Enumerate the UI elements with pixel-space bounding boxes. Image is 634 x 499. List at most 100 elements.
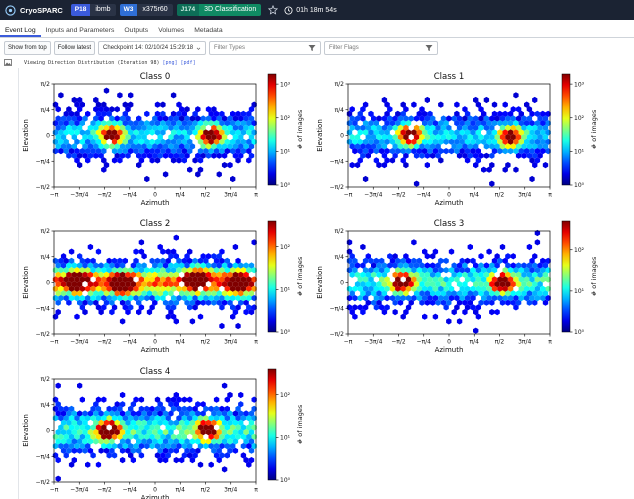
job-timer: 01h 18m 54s (296, 6, 337, 14)
y-tick-label: π/4 (41, 254, 51, 261)
heatmap-cell (489, 309, 495, 316)
checkpoint-select[interactable]: Checkpoint 14: 02/10/24 15:29:18 (98, 41, 207, 55)
y-tick-label: π/4 (41, 402, 51, 409)
filter-icon[interactable] (308, 44, 316, 52)
filter-flags-input[interactable]: Filter Flags (324, 41, 439, 55)
x-tick-label: −π/2 (391, 339, 406, 346)
colorbar-label: # of images (296, 109, 304, 149)
cryosparc-logo-icon[interactable] (5, 4, 16, 16)
heatmap-cell (448, 248, 455, 255)
x-tick-label: π/4 (176, 487, 186, 494)
y-tick-label: −π/2 (330, 331, 345, 338)
tab-outputs[interactable]: Outputs (119, 24, 153, 37)
star-icon[interactable] (268, 5, 279, 15)
x-tick-label: −π/2 (391, 192, 406, 199)
colorbar-tick-label: 10¹ (280, 287, 291, 294)
x-tick-label: −π/2 (97, 192, 112, 199)
heatmap-cell (79, 396, 85, 403)
x-axis-label: Azimuth (141, 199, 170, 207)
tab-volumes[interactable]: Volumes (153, 24, 189, 37)
y-tick-label: 0 (46, 280, 50, 287)
heatmap-cell (103, 87, 110, 94)
y-tick-label: 0 (46, 428, 50, 435)
heatmap-cell (173, 234, 179, 241)
y-tick-label: π/2 (41, 81, 51, 88)
y-tick-label: π/2 (335, 81, 345, 88)
event-text: Viewing Direction Distribution (Iteratio… (24, 59, 160, 66)
png-link[interactable]: [png] (162, 60, 177, 66)
x-axis-label: Azimuth (141, 494, 170, 499)
pdf-link[interactable]: [pdf] (181, 60, 196, 66)
x-tick-label: 3π/4 (224, 487, 237, 494)
y-tick-label: 0 (46, 133, 50, 140)
colorbar-label: # of images (590, 109, 598, 149)
tab-inputs-and-parameters[interactable]: Inputs and Parameters (41, 24, 120, 37)
heatmap-cell (187, 166, 193, 173)
x-tick-label: 0 (447, 192, 451, 199)
heatmap-cell (221, 466, 228, 473)
x-tick-label: −3π/4 (364, 339, 382, 346)
show-from-top-button[interactable]: Show from top (4, 41, 51, 55)
heatmap-cell (87, 243, 94, 251)
x-tick-label: π (254, 339, 258, 346)
heatmap-cell (55, 475, 61, 482)
heatmap-cell (221, 162, 228, 169)
heatmap-cell (360, 243, 366, 251)
x-tick-label: π (254, 487, 258, 494)
colorbar-tick-label: 10² (280, 244, 291, 251)
filter-types-placeholder: Filter Types (214, 45, 245, 51)
follow-latest-button[interactable]: Follow latest (53, 41, 96, 55)
plot-title: Class 1 (433, 72, 465, 82)
filter-flags-placeholder: Filter Flags (329, 45, 359, 51)
colorbar (267, 73, 277, 186)
plot-title: Class 0 (139, 72, 171, 82)
heatmap-cell (467, 243, 473, 251)
x-tick-label: −π/4 (123, 192, 138, 199)
x-tick-label: −3π/4 (70, 487, 88, 494)
x-tick-label: 3π/4 (224, 339, 237, 346)
app-name[interactable]: CryoSPARC (20, 6, 63, 15)
event-entry: Viewing Direction Distribution (Iteratio… (4, 59, 196, 66)
heatmap-cell (213, 396, 220, 403)
y-tick-label: π/2 (41, 228, 51, 235)
checkpoint-value: Checkpoint 14: 02/10/24 15:29:18 (103, 45, 194, 51)
heatmap-cell (473, 327, 479, 334)
colorbar-tick-label: 10⁰ (574, 182, 585, 189)
heatmap-cells (346, 92, 551, 187)
y-axis-label: Elevation (316, 266, 324, 299)
x-axis-label: Azimuth (141, 346, 170, 354)
breadcrumb-project[interactable]: P18 ibmb (70, 4, 116, 16)
heatmap-cell (187, 396, 193, 403)
heatmap-cell (77, 382, 83, 389)
heatmap-cell (227, 162, 233, 169)
heatmap-svg: −π −3π/4 −π/2 −π/4 0 π/4 π/2 3π/4 π π/2 π/4 0 −π/4 −π… (22, 368, 304, 499)
heatmap-svg: −π −3π/4 −π/2 −π/4 0 π/4 π/2 3π/4 π π/2 π/4 0 −π/4 −π… (22, 220, 304, 354)
heatmap-cell (55, 382, 61, 389)
x-tick-label: −π (50, 487, 59, 494)
heatmap-cell (424, 96, 430, 104)
y-tick-label: π/4 (335, 254, 345, 261)
colorbar (561, 73, 571, 186)
heatmap-cell (114, 106, 120, 113)
breadcrumb-job[interactable]: J174 3D Classification (176, 4, 262, 16)
heatmap-cell (95, 461, 102, 468)
heatmap-cell (532, 96, 538, 104)
project-name: ibmb (90, 4, 116, 16)
y-tick-label: π/4 (335, 107, 345, 114)
heatmap-cell (162, 171, 169, 178)
colorbar-tick-label: 10² (574, 115, 585, 122)
heatmap-cell (392, 309, 398, 316)
y-tick-label: −π/4 (36, 453, 51, 460)
breadcrumb-workspace[interactable]: W3 x375r60 (119, 4, 173, 16)
x-tick-label: π/2 (201, 192, 211, 199)
heatmap-cell (144, 110, 150, 117)
colorbar-tick-label: 10² (574, 247, 585, 254)
tab-event-log[interactable]: Event Log (0, 24, 41, 37)
heatmap-cell (119, 318, 126, 325)
tab-metadata[interactable]: Metadata (189, 24, 227, 37)
y-tick-label: −π/4 (36, 305, 51, 312)
heatmap-cell (154, 101, 161, 108)
top-bar: CryoSPARC P18 ibmb W3 x375r60 J174 3D Cl… (0, 0, 634, 20)
filter-types-input[interactable]: Filter Types (209, 41, 322, 55)
filter-icon[interactable] (425, 44, 433, 52)
